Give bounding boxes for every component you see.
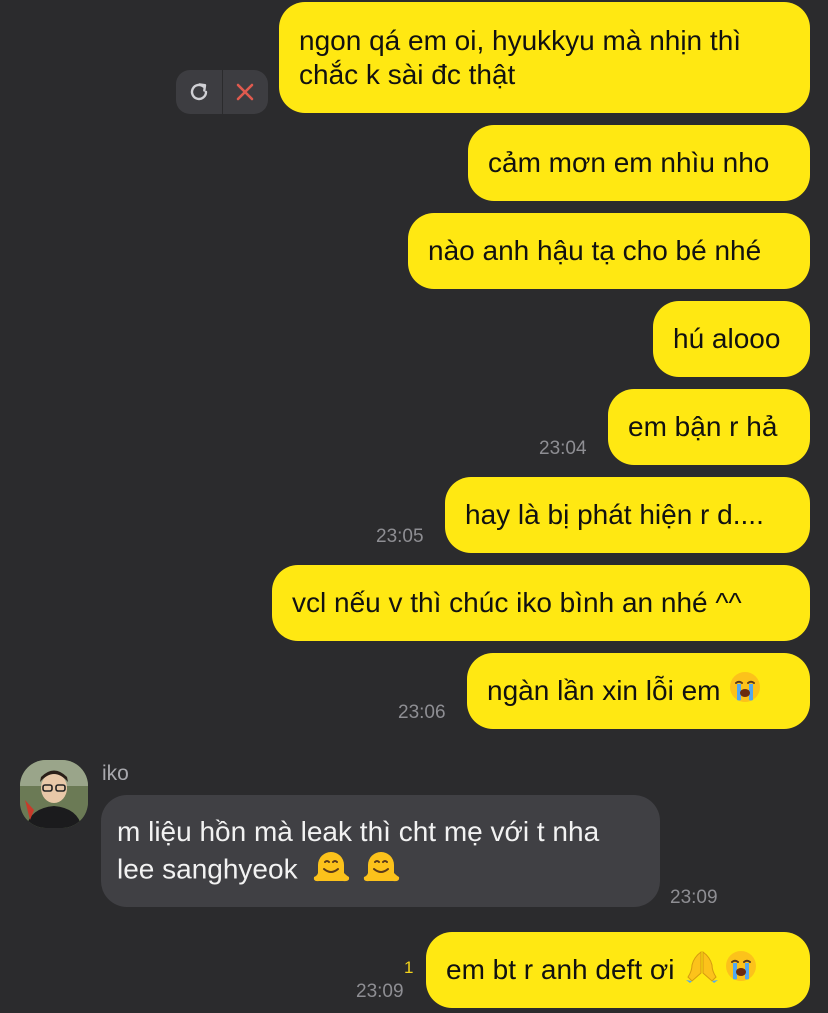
unread-count: 1 <box>404 958 414 977</box>
retry-icon <box>190 83 207 101</box>
message-bubble-outgoing[interactable]: cảm mơn em nhìu nho <box>468 125 810 201</box>
message-bubble-outgoing[interactable]: ngàn lần xin lỗi em <box>467 653 810 729</box>
message-text: hú alooo <box>673 323 781 354</box>
avatar-photo-icon <box>20 760 88 828</box>
loudly-crying-face-icon <box>728 670 762 712</box>
message-timestamp: 23:04 <box>539 438 587 459</box>
message-bubble-outgoing[interactable]: ngon qá em oi, hyukkyu mà nhịn thì chắc … <box>279 2 810 113</box>
message-text: hay là bị phát hiện r d.... <box>465 499 764 530</box>
melting-face-icon <box>313 849 351 893</box>
message-text: ngàn lần xin lỗi em <box>487 675 721 706</box>
message-text: cảm mơn em nhìu nho <box>488 147 770 178</box>
message-text: nào anh hậu tạ cho bé nhé <box>428 235 762 266</box>
message-timestamp: 23:06 <box>398 702 446 723</box>
message-bubble-incoming[interactable]: m liệu hồn mà leak thì cht mẹ với t nha … <box>101 795 660 907</box>
message-bubble-outgoing[interactable]: vcl nếu v thì chúc iko bình an nhé ^^ <box>272 565 810 641</box>
message-bubble-outgoing[interactable]: em bận r hả <box>608 389 810 465</box>
melting-face-icon <box>363 849 401 893</box>
message-bubble-outgoing[interactable]: hú alooo <box>653 301 810 377</box>
sender-name: iko <box>102 762 129 785</box>
loudly-crying-face-icon <box>724 949 758 991</box>
failed-message-actions <box>176 70 268 114</box>
message-text: ngon qá em oi, hyukkyu mà nhịn thì chắc … <box>299 25 742 90</box>
message-bubble-outgoing[interactable]: nào anh hậu tạ cho bé nhé <box>408 213 810 289</box>
message-timestamp: 23:05 <box>376 526 424 547</box>
close-icon <box>236 83 254 101</box>
message-text: m liệu hồn mà leak thì cht mẹ với t nha … <box>117 816 600 885</box>
cancel-send-button[interactable] <box>222 70 268 114</box>
retry-button[interactable] <box>176 70 222 114</box>
folded-hands-icon <box>684 949 720 991</box>
message-timestamp: 23:09 <box>356 981 404 1002</box>
message-text: em bận r hả <box>628 411 778 442</box>
message-text: em bt r anh deft ơi <box>446 954 675 985</box>
message-text: vcl nếu v thì chúc iko bình an nhé ^^ <box>292 587 742 618</box>
message-bubble-outgoing[interactable]: em bt r anh deft ơi <box>426 932 810 1008</box>
message-bubble-outgoing[interactable]: hay là bị phát hiện r d.... <box>445 477 810 553</box>
avatar[interactable] <box>20 760 88 828</box>
message-timestamp: 23:09 <box>670 887 718 908</box>
